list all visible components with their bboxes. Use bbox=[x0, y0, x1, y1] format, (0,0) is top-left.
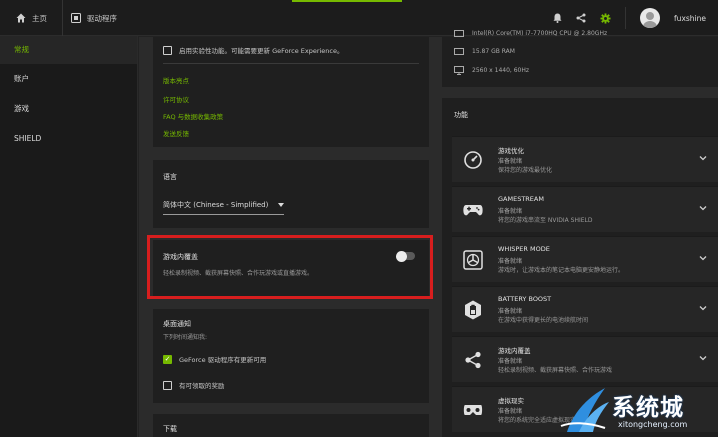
sidebar-item-shield[interactable]: SHIELD bbox=[0, 124, 137, 154]
home-tab-label: 主页 bbox=[32, 13, 47, 23]
feature-title: 游戏优化 bbox=[498, 147, 524, 155]
feature-description: 在游戏中获得更长的电池续航时间 bbox=[498, 317, 589, 324]
drivers-icon bbox=[71, 13, 81, 23]
drivers-tab-label: 驱动程序 bbox=[87, 13, 117, 23]
download-card: 下载 bbox=[153, 414, 429, 437]
feature-description: 保持您的游戏最优化 bbox=[498, 167, 553, 174]
top-bar: 主页 驱动程序 fuxshine bbox=[0, 0, 718, 36]
experimental-row: 启用实验性功能。可能需要更新 GeForce Experience。 bbox=[163, 45, 344, 55]
gamepad-icon bbox=[460, 197, 486, 223]
feature-row-ingame-overlay[interactable]: 游戏内覆盖 准备就绪 轻松录制视频、截获屏幕快照、合作玩游戏 bbox=[452, 336, 718, 382]
active-tab-indicator bbox=[292, 0, 402, 2]
feature-description: 轻松录制视频、截获屏幕快照、合作玩游戏 bbox=[498, 367, 613, 374]
top-bar-divider bbox=[625, 7, 627, 29]
release-highlights-link[interactable]: 版本亮点 bbox=[163, 75, 189, 85]
feature-status: 准备就绪 bbox=[498, 358, 523, 365]
language-card: 语言 简体中文 (Chinese - Simplified) bbox=[153, 160, 429, 228]
home-tab[interactable]: 主页 bbox=[16, 0, 47, 36]
feature-title: 虚拟现实 bbox=[498, 397, 524, 405]
ram-icon bbox=[454, 48, 464, 55]
avatar[interactable] bbox=[640, 8, 661, 28]
chevron-down-icon bbox=[699, 256, 707, 261]
faq-privacy-link[interactable]: FAQ 与数据收集政策 bbox=[163, 111, 223, 121]
language-selected-value: 简体中文 (Chinese - Simplified) bbox=[163, 201, 269, 209]
ram-row: 15.87 GB RAM bbox=[454, 48, 515, 55]
general-card: 启用实验性功能。可能需要更新 GeForce Experience。 版本亮点 … bbox=[153, 37, 429, 147]
feature-row-game-optimization[interactable]: 游戏优化 准备就绪 保持您的游戏最优化 bbox=[452, 136, 718, 182]
sidebar-item-account[interactable]: 账户 bbox=[0, 64, 137, 94]
language-dropdown[interactable]: 简体中文 (Chinese - Simplified) bbox=[163, 200, 285, 215]
notifications-subtitle: 下列时间通知我: bbox=[163, 334, 208, 341]
feature-row-whisper-mode[interactable]: WHISPER MODE 准备就绪 游戏时，让游戏本的笔记本电脑更安静地运行。 bbox=[452, 236, 718, 282]
settings-sidebar: 常规 账户 游戏 SHIELD bbox=[0, 36, 138, 437]
feature-title: 游戏内覆盖 bbox=[498, 347, 531, 355]
username[interactable]: fuxshine bbox=[674, 14, 706, 23]
feature-description: 游戏时，让游戏本的笔记本电脑更安静地运行。 bbox=[498, 267, 625, 274]
feature-description: 将您的游戏串流至 NVIDIA SHIELD bbox=[498, 217, 593, 224]
highlight-box bbox=[147, 235, 433, 299]
cpu-row: Intel(R) Core(TM) i7-7700HQ CPU @ 2.80GH… bbox=[454, 30, 607, 37]
chevron-down-icon bbox=[699, 306, 707, 311]
feature-status: 准备就绪 bbox=[498, 408, 523, 415]
send-feedback-link[interactable]: 发送反馈 bbox=[163, 128, 189, 138]
rewards-checkbox[interactable] bbox=[163, 380, 172, 390]
cpu-value: Intel(R) Core(TM) i7-7700HQ CPU @ 2.80GH… bbox=[472, 30, 608, 37]
feature-row-gamestream[interactable]: GAMESTREAM 准备就绪 将您的游戏串流至 NVIDIA SHIELD bbox=[452, 186, 718, 232]
speedometer-icon bbox=[460, 147, 486, 173]
drivers-tab[interactable]: 驱动程序 bbox=[62, 0, 117, 36]
feature-status: 准备就绪 bbox=[498, 258, 523, 265]
feature-title: GAMESTREAM bbox=[498, 195, 544, 203]
gear-icon[interactable] bbox=[600, 12, 611, 24]
vr-icon bbox=[460, 397, 486, 423]
share-icon[interactable] bbox=[576, 13, 586, 23]
monitor-icon bbox=[454, 66, 464, 75]
experimental-checkbox[interactable] bbox=[163, 45, 172, 55]
battery-icon bbox=[460, 297, 486, 323]
driver-update-checkbox[interactable]: ✓ bbox=[163, 354, 172, 364]
share-icon bbox=[460, 347, 486, 373]
watermark-text: 系统城 bbox=[612, 395, 684, 421]
feature-status: 准备就绪 bbox=[498, 158, 523, 165]
sidebar-item-games[interactable]: 游戏 bbox=[0, 94, 137, 124]
chevron-down-icon bbox=[699, 206, 707, 211]
display-row: 2560 x 1440, 60Hz bbox=[454, 66, 529, 75]
feature-status: 准备就绪 bbox=[498, 208, 523, 215]
chevron-down-icon bbox=[699, 156, 707, 161]
general-divider bbox=[163, 63, 419, 64]
rewards-row: 有可领取的奖励 bbox=[163, 380, 225, 390]
watermark-url: xitongcheng.com bbox=[618, 420, 688, 429]
download-title: 下载 bbox=[163, 425, 177, 433]
notifications-title: 桌面通知 bbox=[163, 320, 191, 328]
feature-title: WHISPER MODE bbox=[498, 245, 550, 253]
cpu-icon bbox=[454, 30, 464, 37]
system-info-card bbox=[442, 37, 718, 87]
experimental-label: 启用实验性功能。可能需要更新 GeForce Experience。 bbox=[179, 47, 344, 55]
sidebar-item-general[interactable]: 常规 bbox=[0, 36, 137, 64]
rewards-label: 有可领取的奖励 bbox=[179, 382, 225, 390]
home-icon bbox=[16, 13, 26, 23]
driver-update-row: ✓ GeForce 驱动程序有更新可用 bbox=[163, 354, 266, 364]
feature-title: BATTERY BOOST bbox=[498, 295, 552, 303]
notifications-card: 桌面通知 下列时间通知我: ✓ GeForce 驱动程序有更新可用 有可领取的奖… bbox=[153, 309, 429, 403]
feature-status: 准备就绪 bbox=[498, 308, 523, 315]
license-agreement-link[interactable]: 许可协议 bbox=[163, 94, 189, 104]
language-title: 语言 bbox=[163, 173, 177, 181]
display-value: 2560 x 1440, 60Hz bbox=[472, 67, 530, 74]
chevron-down-icon bbox=[699, 356, 707, 361]
fan-icon bbox=[460, 247, 486, 273]
driver-update-label: GeForce 驱动程序有更新可用 bbox=[179, 356, 267, 364]
features-heading: 功能 bbox=[454, 111, 468, 119]
chevron-down-icon bbox=[278, 203, 285, 207]
ram-value: 15.87 GB RAM bbox=[472, 48, 515, 55]
bell-icon[interactable] bbox=[553, 13, 562, 23]
feature-row-battery-boost[interactable]: BATTERY BOOST 准备就绪 在游戏中获得更长的电池续航时间 bbox=[452, 286, 718, 332]
